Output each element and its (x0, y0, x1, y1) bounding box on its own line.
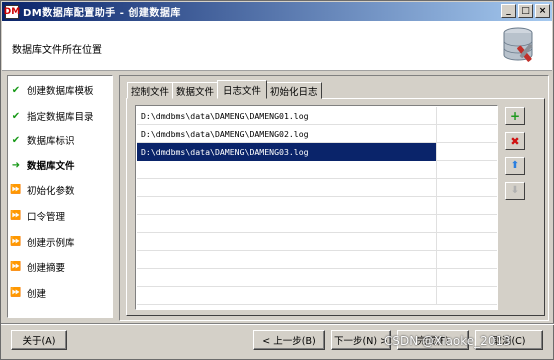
window-title: DM数据库配置助手 - 创建数据库 (23, 8, 181, 19)
checkmark-icon: ✔ (11, 110, 21, 122)
step-label: 创建摘要 (27, 263, 66, 274)
double-arrow-icon: ⏩ (10, 211, 22, 221)
file-path-cell[interactable]: D:\dmdbms\data\DAMENG\DAMENG01.log (137, 107, 437, 125)
next-button[interactable]: 下一步(N) > (331, 330, 391, 350)
step-label: 指定数据库目录 (27, 112, 94, 123)
tab-init-log[interactable]: 初始化日志 (266, 82, 322, 99)
step-label: 创建 (27, 289, 47, 300)
step-init-params: ⏩ 初始化参数 (9, 183, 75, 197)
window-controls: _ □ × (501, 4, 550, 18)
step-password: ⏩ 口令管理 (9, 209, 65, 223)
move-up-button[interactable]: ⬆ (505, 157, 525, 175)
table-row[interactable]: D:\dmdbms\data\DAMENG\DAMENG02.log (137, 125, 497, 143)
maximize-button[interactable]: □ (518, 4, 533, 18)
table-row (137, 269, 497, 287)
current-arrow-icon: ➜ (11, 159, 21, 171)
table-row-selected[interactable]: D:\dmdbms\data\DAMENG\DAMENG03.log (137, 143, 497, 161)
checkmark-icon: ✔ (11, 84, 21, 96)
database-tools-icon (503, 27, 533, 62)
prev-button[interactable]: < 上一步(B) (253, 330, 325, 350)
step-sample-db: ⏩ 创建示例库 (9, 235, 75, 249)
plus-icon: + (509, 109, 521, 123)
step-db-files: ➜ 数据库文件 (9, 158, 75, 173)
about-button[interactable]: 关于(A) (11, 330, 67, 350)
move-down-button[interactable]: ⬇ (505, 182, 525, 200)
table-row (137, 161, 497, 179)
close-button[interactable]: × (535, 4, 550, 18)
table-row (137, 251, 497, 269)
minimize-button[interactable]: _ (501, 4, 516, 18)
tab-data-files[interactable]: 数据文件 (172, 82, 219, 99)
step-create: ⏩ 创建 (9, 286, 46, 300)
step-create-template: ✔ 创建数据库模板 (9, 83, 94, 98)
add-file-button[interactable]: + (505, 107, 525, 125)
log-file-table[interactable]: D:\dmdbms\data\DAMENG\DAMENG01.log D:\dm… (135, 105, 498, 310)
step-label: 数据库文件 (27, 161, 75, 172)
delete-file-button[interactable]: ✖ (505, 132, 525, 150)
table-row (137, 215, 497, 233)
footer-divider (1, 323, 554, 325)
wizard-window: DM DM数据库配置助手 - 创建数据库 _ □ × 数据库文件所在位置 ✔ 创… (0, 0, 554, 360)
step-label: 数据库标识 (27, 136, 75, 147)
step-summary: ⏩ 创建摘要 (9, 260, 65, 274)
table-row (137, 197, 497, 215)
table-row[interactable]: D:\dmdbms\data\DAMENG\DAMENG01.log (137, 107, 497, 125)
double-arrow-icon: ⏩ (10, 185, 22, 195)
step-label: 创建数据库模板 (27, 86, 94, 97)
double-arrow-icon: ⏩ (10, 288, 22, 298)
header-title: 数据库文件所在位置 (12, 45, 102, 56)
file-size-cell[interactable] (438, 143, 497, 161)
checkmark-icon: ✔ (11, 134, 21, 146)
file-tabs: 控制文件 数据文件 日志文件 初始化日志 (127, 80, 322, 99)
table-row (137, 179, 497, 197)
table-row (137, 287, 497, 305)
file-path-cell[interactable]: D:\dmdbms\data\DAMENG\DAMENG02.log (137, 125, 437, 143)
delete-x-icon: ✖ (510, 134, 520, 148)
step-db-directory: ✔ 指定数据库目录 (9, 109, 94, 124)
watermark-text: CSDN @Xiaoke_2013 (384, 334, 511, 348)
file-path-cell[interactable]: D:\dmdbms\data\DAMENG\DAMENG03.log (137, 143, 437, 161)
wizard-header: 数据库文件所在位置 (2, 21, 552, 71)
step-db-identity: ✔ 数据库标识 (9, 133, 75, 148)
step-label: 初始化参数 (27, 186, 75, 197)
arrow-up-icon: ⬆ (510, 160, 520, 171)
step-label: 口令管理 (27, 212, 66, 223)
dm-app-icon: DM (3, 4, 21, 19)
arrow-down-icon: ⬇ (510, 185, 520, 196)
double-arrow-icon: ⏩ (10, 237, 22, 247)
title-bar[interactable]: DM DM数据库配置助手 - 创建数据库 _ □ × (2, 2, 552, 21)
file-size-cell[interactable] (438, 125, 497, 143)
tab-control-files[interactable]: 控制文件 (127, 82, 174, 99)
table-row (137, 233, 497, 251)
file-size-cell[interactable] (438, 107, 497, 125)
double-arrow-icon: ⏩ (10, 262, 22, 272)
step-label: 创建示例库 (27, 238, 75, 249)
tab-log-files[interactable]: 日志文件 (217, 80, 268, 99)
